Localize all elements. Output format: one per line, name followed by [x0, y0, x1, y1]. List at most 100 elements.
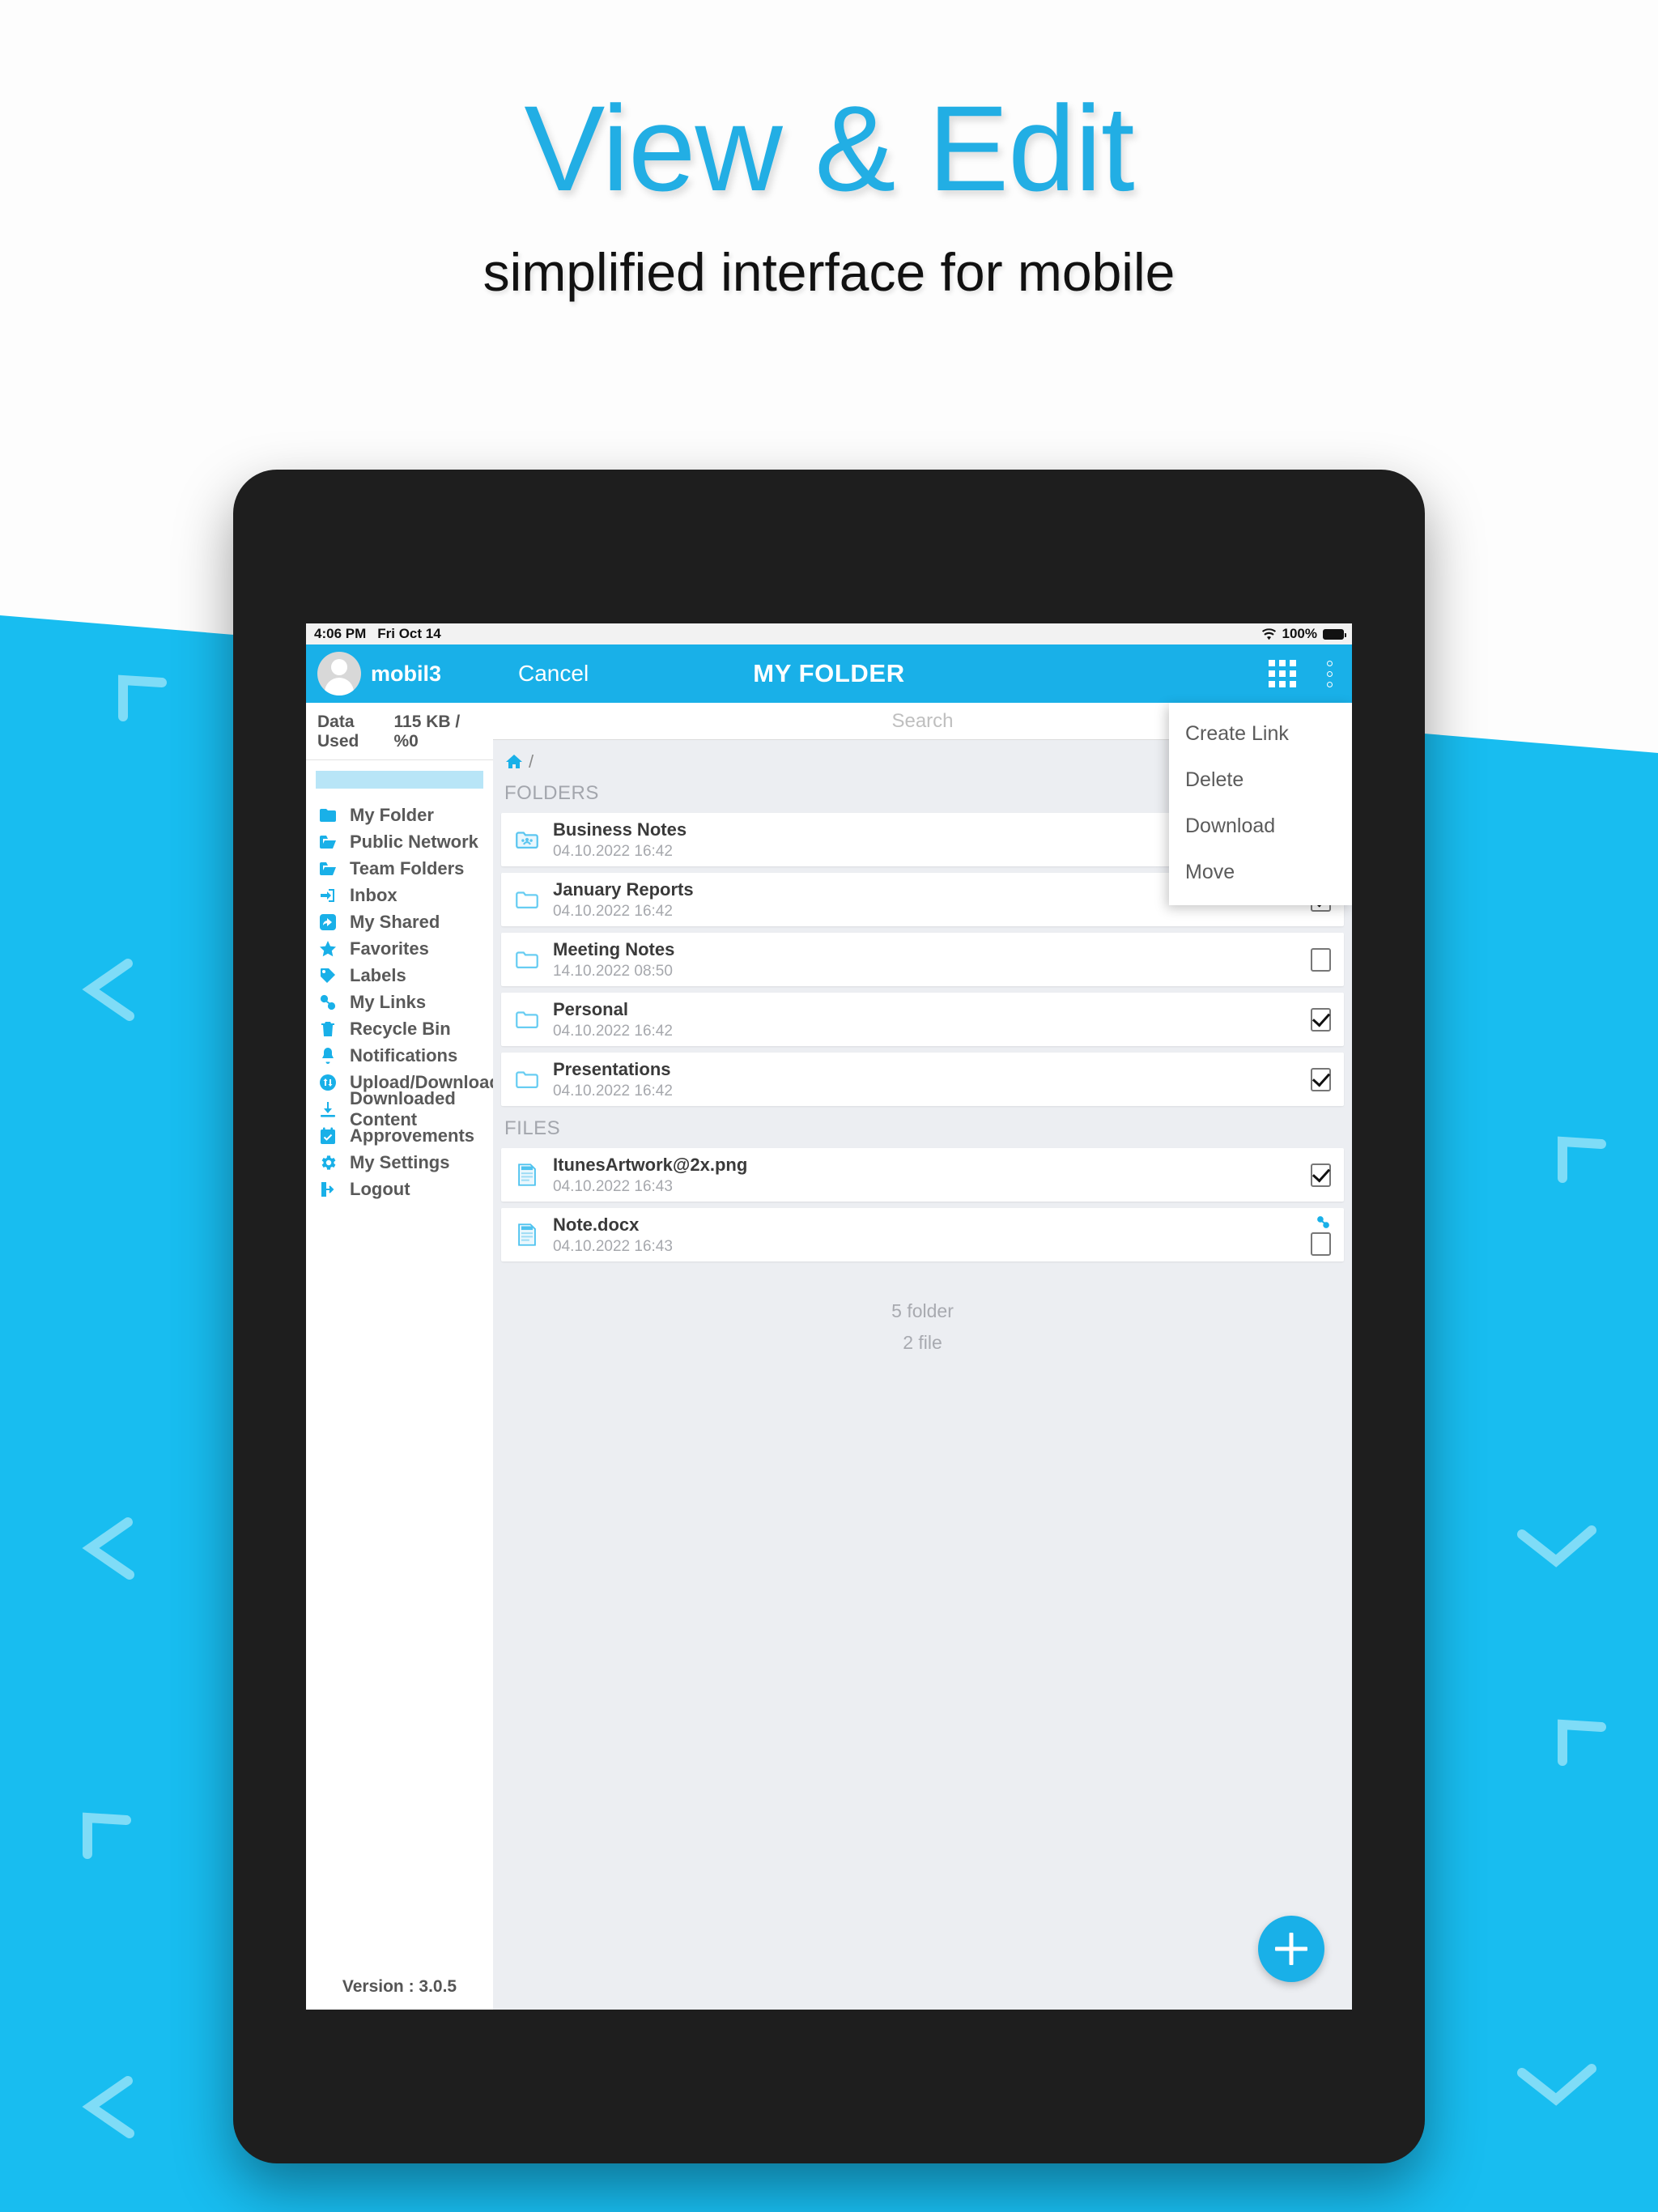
context-menu: Create Link Delete Download Move — [1169, 703, 1352, 905]
link-icon — [317, 992, 338, 1013]
tablet-device-frame: 4:06 PM Fri Oct 14 100% mobil3 Cancel MY… — [233, 470, 1425, 2163]
sidebar-item-label: My Settings — [350, 1151, 450, 1172]
table-row[interactable]: Presentations 04.10.2022 16:42 — [501, 1053, 1344, 1106]
row-checkbox[interactable] — [1311, 947, 1331, 972]
shared-folder-icon — [511, 823, 543, 856]
search-placeholder: Search — [891, 709, 954, 732]
folder-icon — [511, 1063, 543, 1095]
file-count: 2 file — [903, 1332, 942, 1354]
transfer-icon — [317, 1072, 338, 1093]
menu-item-move[interactable]: Move — [1169, 849, 1352, 895]
sidebar-item-my-links[interactable]: My Links — [306, 989, 493, 1015]
grid-view-icon[interactable] — [1269, 660, 1296, 687]
table-row[interactable]: Note.docx 04.10.2022 16:43 — [501, 1208, 1344, 1261]
overflow-menu-icon[interactable] — [1327, 660, 1333, 687]
user-profile-button[interactable]: mobil3 — [306, 652, 497, 696]
item-name: Personal — [553, 998, 628, 1019]
doc-file-icon — [511, 1219, 543, 1251]
sidebar-item-label: Logout — [350, 1178, 410, 1199]
files-section-header: FILES — [504, 1117, 561, 1139]
sidebar-item-notifications[interactable]: Notifications — [306, 1042, 493, 1069]
data-used-label: Data Used — [317, 713, 359, 751]
item-date: 04.10.2022 16:42 — [553, 1082, 673, 1100]
menu-item-delete[interactable]: Delete — [1169, 757, 1352, 803]
row-checkbox[interactable] — [1311, 1231, 1331, 1256]
row-checkbox[interactable] — [1311, 1163, 1331, 1187]
item-name: Meeting Notes — [553, 938, 675, 959]
link-icon — [1316, 1214, 1331, 1230]
table-row[interactable]: Personal 04.10.2022 16:42 — [501, 993, 1344, 1046]
item-date: 04.10.2022 16:43 — [553, 1237, 673, 1255]
storage-progress-bar — [316, 771, 483, 789]
sidebar-item-public-network[interactable]: Public Network — [306, 828, 493, 855]
item-name: Business Notes — [553, 819, 687, 840]
folder-count: 5 folder — [891, 1300, 954, 1321]
sidebar-item-labels[interactable]: Labels — [306, 962, 493, 989]
wifi-icon — [1261, 627, 1276, 640]
folder-icon — [511, 943, 543, 976]
item-name: Presentations — [553, 1058, 671, 1079]
data-used-row: Data Used 115 KB / %0 — [306, 703, 493, 760]
ios-status-bar: 4:06 PM Fri Oct 14 100% — [306, 623, 1352, 644]
item-name: January Reports — [553, 878, 694, 900]
add-button[interactable] — [1258, 1916, 1324, 1982]
item-name: Note.docx — [553, 1214, 640, 1235]
page-subtitle: simplified interface for mobile — [483, 242, 1175, 302]
item-date: 04.10.2022 16:42 — [553, 902, 673, 920]
folder-icon — [317, 805, 338, 826]
folder-open-icon — [317, 858, 338, 879]
sidebar-item-team-folders[interactable]: Team Folders — [306, 855, 493, 882]
app-navbar: mobil3 Cancel MY FOLDER — [306, 644, 1352, 703]
sidebar-item-downloaded-content[interactable]: Downloaded Content — [306, 1088, 493, 1129]
calendar-check-icon — [317, 1125, 338, 1146]
sidebar-item-label: Public Network — [350, 831, 478, 852]
sidebar-item-inbox[interactable]: Inbox — [306, 882, 493, 908]
version-label: Version : 3.0.5 — [342, 1977, 457, 1996]
sidebar-item-my-folder[interactable]: My Folder — [306, 802, 493, 828]
image-file-icon — [511, 1159, 543, 1191]
item-date: 04.10.2022 16:42 — [553, 1022, 673, 1040]
share-icon — [317, 912, 338, 933]
page-title: View & Edit — [524, 80, 1134, 216]
download-icon — [317, 1099, 338, 1120]
sidebar-item-approvements[interactable]: Approvements — [306, 1122, 493, 1149]
sidebar-item-label: Team Folders — [350, 857, 465, 878]
sidebar-item-favorites[interactable]: Favorites — [306, 935, 493, 962]
gear-icon — [317, 1152, 338, 1173]
sidebar-item-label: Downloaded Content — [350, 1087, 456, 1129]
row-checkbox[interactable] — [1311, 1067, 1331, 1091]
sidebar-item-label: Favorites — [350, 938, 429, 959]
username-label: mobil3 — [371, 661, 442, 686]
table-row[interactable]: ItunesArtwork@2x.png 04.10.2022 16:43 — [501, 1148, 1344, 1202]
inbox-icon — [317, 885, 338, 906]
item-counts: 5 folder 2 file — [493, 1295, 1352, 1359]
sidebar-item-my-settings[interactable]: My Settings — [306, 1149, 493, 1176]
logout-icon — [317, 1179, 338, 1200]
sidebar-item-label: Inbox — [350, 884, 397, 905]
status-battery-percent: 100% — [1282, 626, 1317, 641]
bell-icon — [317, 1045, 338, 1066]
folder-open-icon — [317, 832, 338, 853]
data-used-value: 115 KB / %0 — [393, 713, 461, 751]
breadcrumb-separator: / — [529, 751, 534, 772]
status-date: Fri Oct 14 — [377, 626, 441, 641]
tablet-screen: 4:06 PM Fri Oct 14 100% mobil3 Cancel MY… — [306, 623, 1352, 2010]
sidebar-item-label: Labels — [350, 964, 406, 985]
screenshot-stage: View & Edit simplified interface for mob… — [0, 0, 1658, 2212]
sidebar-item-label: My Folder — [350, 804, 434, 825]
promo-banner: View & Edit simplified interface for mob… — [0, 0, 1658, 303]
sidebar-item-recycle-bin[interactable]: Recycle Bin — [306, 1015, 493, 1042]
menu-item-create-link[interactable]: Create Link — [1169, 711, 1352, 757]
cancel-button[interactable]: Cancel — [518, 661, 589, 687]
sidebar-item-my-shared[interactable]: My Shared — [306, 908, 493, 935]
item-date: 04.10.2022 16:43 — [553, 1177, 673, 1195]
table-row[interactable]: Meeting Notes 14.10.2022 08:50 — [501, 933, 1344, 986]
sidebar-item-label: Notifications — [350, 1044, 458, 1066]
trash-icon — [317, 1019, 338, 1040]
menu-item-download[interactable]: Download — [1169, 803, 1352, 849]
row-checkbox[interactable] — [1311, 1007, 1331, 1032]
status-time: 4:06 PM — [314, 626, 367, 641]
sidebar-item-logout[interactable]: Logout — [306, 1176, 493, 1202]
tag-icon — [317, 965, 338, 986]
home-icon[interactable] — [504, 752, 524, 772]
